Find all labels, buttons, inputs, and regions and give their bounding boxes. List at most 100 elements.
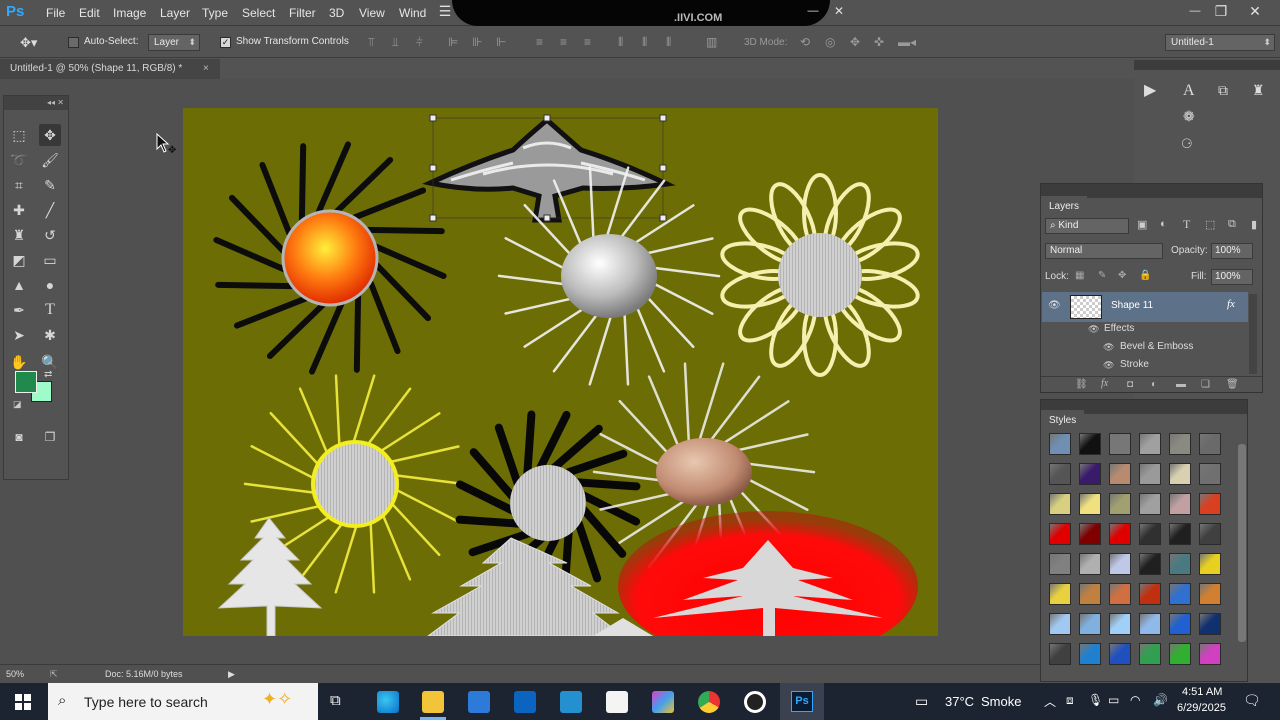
task-view-icon[interactable]: ⧉ [330,692,341,709]
blend-mode-dropdown[interactable]: Normal [1045,243,1163,259]
status-share-icon[interactable]: ⇱ [50,665,58,684]
style-swatch[interactable] [1109,523,1131,545]
style-swatch[interactable] [1199,493,1221,515]
style-swatch[interactable] [1049,523,1071,545]
style-swatch[interactable] [1109,433,1131,455]
style-swatch[interactable] [1109,493,1131,515]
shape-white-pine[interactable] [217,517,323,636]
eyedropper-icon[interactable]: ✎ [39,174,61,196]
blur-icon[interactable]: ▲ [8,274,30,296]
style-swatch[interactable] [1049,493,1071,515]
weather-temp[interactable]: 37°C [945,694,974,709]
style-swatch[interactable] [1079,553,1101,575]
shape-silver-orb[interactable] [561,234,657,318]
distribute-vcenter-icon[interactable]: ≡ [560,35,567,49]
clock-date[interactable]: 6/29/2025 [1177,702,1226,714]
quick-mask-icon[interactable]: ◙ [8,426,30,448]
taskbar-search-box[interactable]: ⌕ Type here to search ✦✧ [48,683,318,720]
edge-browser-icon[interactable] [377,691,399,713]
filter-shape-icon[interactable]: ⬚ [1205,218,1215,231]
lock-position-icon[interactable]: ✥ [1118,270,1126,281]
style-swatch[interactable] [1049,643,1071,665]
windows-start-icon[interactable] [15,694,31,710]
icon-strip-header[interactable] [1134,60,1280,70]
style-swatch[interactable] [1139,583,1161,605]
properties-panel-icon[interactable]: ⧉ [1218,82,1228,99]
style-swatch[interactable] [1109,613,1131,635]
style-swatch[interactable] [1169,583,1191,605]
wifi-icon[interactable]: ◠ [1130,693,1140,707]
bevel-eye-icon[interactable]: 👁 [1103,338,1115,352]
align-right-icon[interactable]: ⊩ [496,35,506,49]
align-bottom-icon[interactable]: ⫩ [416,35,423,50]
doc-minimize-button[interactable]: — [800,2,826,20]
layer-name[interactable]: Shape 11 [1111,300,1153,311]
crop-icon[interactable]: ⌗ [8,174,30,196]
style-swatch[interactable] [1079,493,1101,515]
delete-layer-icon[interactable]: 🗑 [1226,379,1239,390]
default-colors-icon[interactable]: ◪ [13,399,22,410]
style-swatch[interactable] [1109,463,1131,485]
menu-edit[interactable]: Edit [79,6,100,20]
layers-scrollbar[interactable] [1249,294,1257,374]
style-swatch[interactable] [1199,553,1221,575]
styles-tab[interactable]: Styles [1041,410,1085,432]
style-swatch[interactable] [1139,463,1161,485]
3d-rotate-icon[interactable]: ⟲ [800,35,810,49]
style-swatch[interactable] [1199,463,1221,485]
filter-smart-object-icon[interactable]: ⧉ [1228,218,1236,231]
style-swatch[interactable] [1169,643,1191,665]
style-swatch[interactable] [1049,553,1071,575]
clone-stamp-icon[interactable]: ♜ [8,224,30,246]
path-select-icon[interactable]: ➤ [8,324,30,346]
network-icon[interactable]: ▭ [1108,693,1119,707]
auto-align-icon[interactable]: ▥ [706,35,717,49]
style-swatch[interactable] [1169,493,1191,515]
eraser-icon[interactable]: ◩ [8,249,30,271]
type-icon[interactable]: T [39,299,61,321]
copilot-icon[interactable] [652,691,674,713]
zoom-level[interactable]: 50% [6,665,24,684]
style-swatch[interactable] [1199,643,1221,665]
styles-scrollbar[interactable] [1238,444,1246,642]
style-swatch[interactable] [1139,433,1161,455]
app-restore-button[interactable]: ❐ [1208,2,1234,20]
layer-filter-dropdown[interactable]: ⌕ Kind [1045,218,1129,234]
3d-roll-icon[interactable]: ◎ [825,35,835,49]
opacity-input[interactable]: 100% [1211,243,1253,259]
layer-visibility-eye-icon[interactable]: 👁 [1048,300,1061,311]
tray-meet-icon[interactable]: ⧈ [1066,693,1074,708]
style-swatch[interactable] [1139,523,1161,545]
menu-view[interactable]: View [359,6,385,20]
brush-icon[interactable]: ╱ [39,199,61,221]
style-swatch[interactable] [1139,553,1161,575]
layers-tab[interactable]: Layers [1041,196,1088,218]
layer-fx-icon[interactable]: fx [1227,298,1235,310]
align-top-icon[interactable]: ⫪ [368,35,375,50]
distribute-top-icon[interactable]: ≡ [536,35,543,49]
shape-striped-orb[interactable] [778,233,862,317]
effects-eye-icon[interactable]: 👁 [1088,320,1100,334]
shape-striped-orb-yellow[interactable] [311,440,399,528]
link-layers-icon[interactable]: ⛓ [1075,379,1088,390]
tray-chevron-icon[interactable]: ︿ [1044,693,1056,710]
lock-all-icon[interactable]: 🔒 [1139,270,1151,281]
style-swatch[interactable] [1199,523,1221,545]
style-swatch[interactable] [1079,583,1101,605]
filter-type-icon[interactable]: T [1183,217,1190,232]
lasso-icon[interactable]: ➰ [8,149,30,171]
align-hcenter-icon[interactable]: ⊪ [472,35,482,49]
app-minimize-button[interactable]: — [1182,2,1208,20]
shape-11-cedar[interactable] [422,116,676,223]
doc-close-button[interactable]: ✕ [826,2,852,20]
filter-adjustment-icon[interactable]: ◐ [1160,218,1167,230]
outlook-icon[interactable] [514,691,536,713]
quick-select-icon[interactable]: 🖌 [39,149,61,171]
adjustment-layer-icon[interactable]: ◐ [1151,379,1157,390]
menu-image[interactable]: Image [113,6,146,20]
healing-icon[interactable]: ✚ [8,199,30,221]
effect-row-bevel[interactable]: 👁 Bevel & Emboss [1042,338,1248,356]
fill-input[interactable]: 100% [1211,269,1253,285]
app-icon[interactable] [560,691,582,713]
style-swatch[interactable] [1049,613,1071,635]
